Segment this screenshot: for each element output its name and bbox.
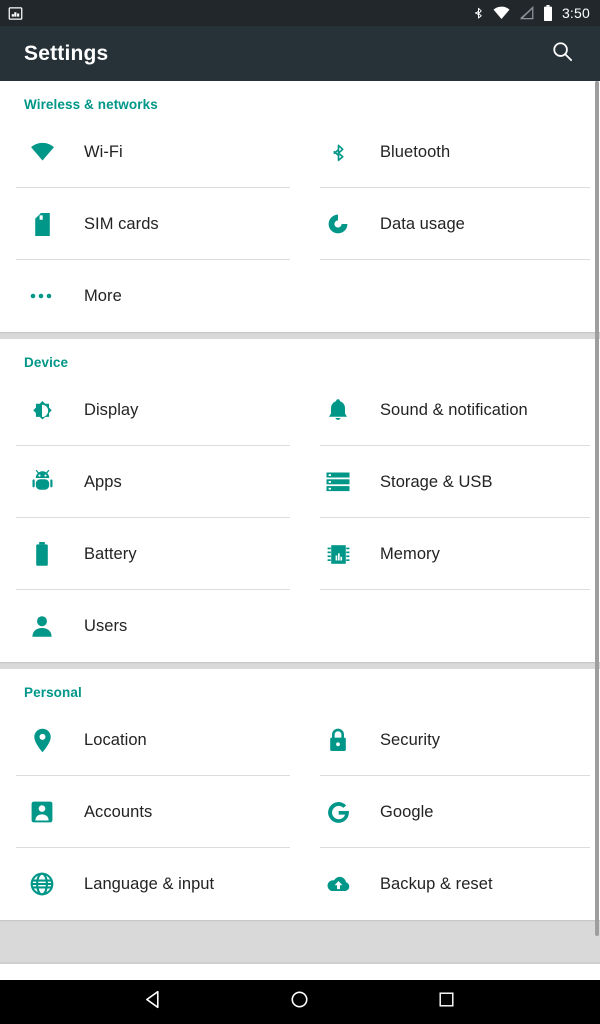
sidebar-item-storage-usb[interactable]: Storage & USB [300,446,600,518]
brightness-icon [24,398,60,422]
account-box-icon [24,801,60,823]
back-triangle-icon [144,990,163,1014]
battery-icon [543,5,553,21]
section-header-wireless: Wireless & networks [24,97,158,112]
sidebar-item-sound-notification[interactable]: Sound & notification [300,374,600,446]
content-bottom-gap [0,962,600,980]
sidebar-item-location[interactable]: Location [0,704,300,776]
sidebar-item-label: Battery [84,544,137,563]
status-bar: 3:50 [0,0,600,26]
sidebar-item-apps[interactable]: Apps [0,446,300,518]
bluetooth-icon [473,5,484,21]
status-bar-clock: 3:50 [561,5,590,21]
page-title: Settings [24,41,109,65]
sidebar-item-label: Apps [84,472,122,491]
sidebar-item-wifi[interactable]: Wi-Fi [0,116,300,188]
data-usage-icon [320,212,356,236]
sidebar-item-bluetooth[interactable]: Bluetooth [300,116,600,188]
sidebar-item-label: Data usage [380,214,465,233]
sidebar-item-label: Bluetooth [380,142,451,161]
android-settings-screen: 3:50 Settings Wireless & networks Wi-Fi … [0,0,600,1024]
scrollbar-thumb[interactable] [595,81,599,936]
settings-scroll-area[interactable]: Wireless & networks Wi-Fi Bluetooth SIM … [0,81,600,962]
sidebar-item-label: Wi-Fi [84,142,123,161]
sidebar-item-google[interactable]: Google [300,776,600,848]
battery-icon [24,541,60,567]
android-robot-icon [24,470,60,494]
sidebar-item-battery[interactable]: Battery [0,518,300,590]
sidebar-item-label: SIM cards [84,214,159,233]
sidebar-item-label: Google [380,802,434,821]
recents-button[interactable] [419,980,475,1024]
back-button[interactable] [125,980,181,1024]
sidebar-item-users[interactable]: Users [0,590,300,662]
sidebar-item-label: Backup & reset [380,874,493,893]
section-personal: Personal Location Security Accounts Goog… [0,669,600,920]
settings-grid-wireless: Wi-Fi Bluetooth SIM cards Data usage Mor… [0,116,600,332]
location-pin-icon [24,728,60,753]
section-header-personal: Personal [24,685,82,700]
image-notification-icon [8,6,23,21]
wifi-icon [24,142,60,162]
sidebar-item-language-input[interactable]: Language & input [0,848,300,920]
no-sim-signal-icon [519,6,534,20]
sidebar-item-sim-cards[interactable]: SIM cards [0,188,300,260]
search-icon [551,40,574,68]
sim-card-icon [24,212,60,237]
navigation-bar [0,980,600,1024]
sidebar-item-memory[interactable]: Memory [300,518,600,590]
storage-icon [320,472,356,492]
search-button[interactable] [542,34,582,74]
lock-icon [320,728,356,752]
sidebar-item-label: Language & input [84,874,215,893]
more-dots-icon [24,292,60,300]
sidebar-item-label: Sound & notification [380,400,528,419]
scrollbar[interactable] [595,81,600,962]
sidebar-item-backup-reset[interactable]: Backup & reset [300,848,600,920]
section-header-device: Device [24,355,69,370]
recents-square-icon [438,991,455,1013]
person-icon [24,615,60,638]
sidebar-item-accounts[interactable]: Accounts [0,776,300,848]
sidebar-item-security[interactable]: Security [300,704,600,776]
globe-icon [24,872,60,896]
sidebar-item-label: Accounts [84,802,153,821]
home-circle-icon [290,990,309,1014]
sidebar-item-label: Storage & USB [380,472,493,491]
wifi-icon [493,6,510,20]
sidebar-item-label: Location [84,730,147,749]
settings-grid-personal: Location Security Accounts Google Langua… [0,704,600,920]
memory-chip-icon [320,543,356,566]
cloud-upload-icon [320,875,356,894]
sidebar-item-more[interactable]: More [0,260,300,332]
sidebar-item-label: Security [380,730,441,749]
sidebar-item-label: Display [84,400,139,419]
home-button[interactable] [272,980,328,1024]
sidebar-item-label: Memory [380,544,440,563]
section-device: Device Display Sound & notification Apps… [0,339,600,662]
section-wireless-networks: Wireless & networks Wi-Fi Bluetooth SIM … [0,81,600,332]
sidebar-item-display[interactable]: Display [0,374,300,446]
sidebar-item-label: More [84,286,122,305]
bell-icon [320,398,356,422]
status-bar-notifications [8,6,23,21]
status-bar-system-icons: 3:50 [464,5,590,21]
google-g-icon [320,800,356,825]
settings-grid-device: Display Sound & notification Apps Storag… [0,374,600,662]
sidebar-item-data-usage[interactable]: Data usage [300,188,600,260]
bluetooth-icon [320,140,356,165]
sidebar-item-label: Users [84,616,128,635]
app-bar: Settings [0,26,600,81]
